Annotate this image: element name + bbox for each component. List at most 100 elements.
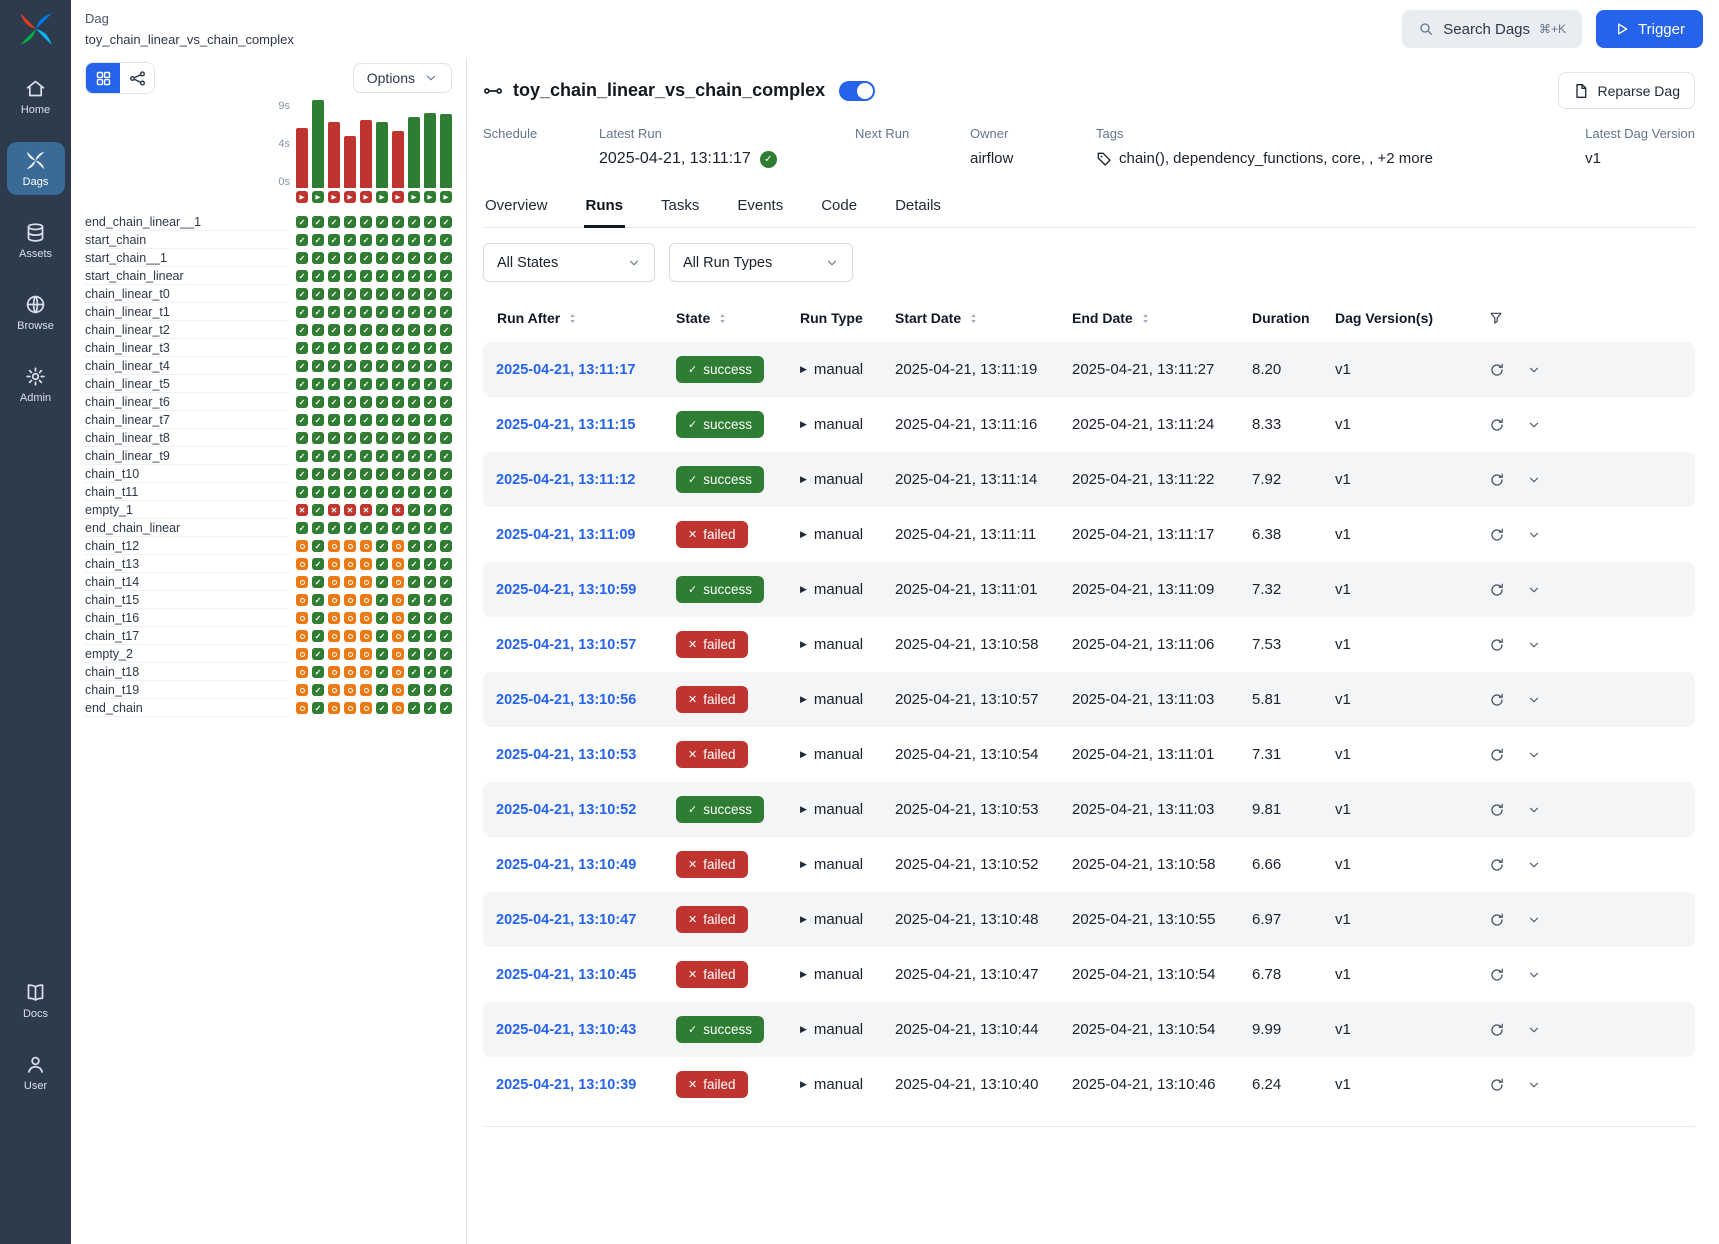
task-instance-success[interactable]: ✓	[344, 432, 356, 444]
task-instance-upstream_failed[interactable]	[360, 558, 372, 570]
tab-runs[interactable]: Runs	[584, 187, 626, 228]
task-name[interactable]: chain_linear_t2	[85, 321, 288, 339]
sidebar-item-browse[interactable]: Browse	[7, 286, 65, 339]
task-name[interactable]: chain_t12	[85, 537, 288, 555]
task-instance-success[interactable]: ✓	[312, 684, 324, 696]
task-instance-success[interactable]: ✓	[312, 540, 324, 552]
task-instance-success[interactable]: ✓	[376, 558, 388, 570]
task-instance-success[interactable]: ✓	[440, 360, 452, 372]
run-state-chip[interactable]: ▶	[424, 191, 436, 203]
task-instance-success[interactable]: ✓	[296, 414, 308, 426]
task-instance-success[interactable]: ✓	[424, 396, 436, 408]
task-instance-upstream_failed[interactable]	[344, 684, 356, 696]
run-duration-bar[interactable]	[392, 131, 404, 188]
task-instance-success[interactable]: ✓	[424, 540, 436, 552]
task-instance-success[interactable]: ✓	[408, 288, 420, 300]
search-dags-button[interactable]: Search Dags ⌘+K	[1402, 10, 1582, 48]
task-instance-success[interactable]: ✓	[344, 468, 356, 480]
row-menu-chevron-icon[interactable]	[1527, 583, 1541, 597]
task-instance-upstream_failed[interactable]	[296, 540, 308, 552]
task-instance-success[interactable]: ✓	[344, 414, 356, 426]
row-menu-chevron-icon[interactable]	[1527, 803, 1541, 817]
task-instance-success[interactable]: ✓	[328, 522, 340, 534]
task-name[interactable]: chain_linear_t0	[85, 285, 288, 303]
task-instance-success[interactable]: ✓	[440, 306, 452, 318]
run-after-link[interactable]: 2025-04-21, 13:10:49	[496, 857, 636, 873]
task-instance-success[interactable]: ✓	[440, 594, 452, 606]
task-instance-success[interactable]: ✓	[328, 450, 340, 462]
task-name[interactable]: end_chain_linear	[85, 519, 288, 537]
task-instance-success[interactable]: ✓	[440, 216, 452, 228]
task-name[interactable]: chain_linear_t9	[85, 447, 288, 465]
row-menu-chevron-icon[interactable]	[1527, 748, 1541, 762]
task-instance-success[interactable]: ✓	[392, 468, 404, 480]
task-instance-success[interactable]: ✓	[344, 486, 356, 498]
task-instance-upstream_failed[interactable]	[328, 684, 340, 696]
run-after-link[interactable]: 2025-04-21, 13:10:39	[496, 1077, 636, 1093]
run-after-link[interactable]: 2025-04-21, 13:11:09	[496, 527, 635, 543]
task-instance-success[interactable]: ✓	[440, 666, 452, 678]
sort-icon[interactable]	[967, 312, 980, 325]
task-instance-success[interactable]: ✓	[312, 270, 324, 282]
task-instance-success[interactable]: ✓	[312, 612, 324, 624]
run-after-link[interactable]: 2025-04-21, 13:11:12	[496, 472, 635, 488]
task-instance-upstream_failed[interactable]	[344, 612, 356, 624]
task-instance-upstream_failed[interactable]	[328, 648, 340, 660]
airflow-logo[interactable]	[19, 12, 53, 46]
reparse-dag-button[interactable]: Reparse Dag	[1558, 72, 1696, 109]
clear-run-icon[interactable]	[1489, 527, 1505, 543]
task-instance-success[interactable]: ✓	[408, 396, 420, 408]
task-instance-success[interactable]: ✓	[392, 324, 404, 336]
task-instance-success[interactable]: ✓	[424, 558, 436, 570]
clear-run-icon[interactable]	[1489, 747, 1505, 763]
task-instance-success[interactable]: ✓	[328, 342, 340, 354]
task-instance-success[interactable]: ✓	[296, 306, 308, 318]
run-state-chip[interactable]: ▶	[376, 191, 388, 203]
task-instance-success[interactable]: ✓	[408, 702, 420, 714]
run-state-chip[interactable]: ▶	[344, 191, 356, 203]
task-instance-success[interactable]: ✓	[440, 648, 452, 660]
task-instance-upstream_failed[interactable]	[296, 630, 308, 642]
task-instance-success[interactable]: ✓	[312, 234, 324, 246]
task-instance-upstream_failed[interactable]	[392, 612, 404, 624]
task-instance-success[interactable]: ✓	[360, 270, 372, 282]
task-instance-upstream_failed[interactable]	[392, 666, 404, 678]
task-name[interactable]: chain_t14	[85, 573, 288, 591]
task-name[interactable]: chain_linear_t3	[85, 339, 288, 357]
task-instance-success[interactable]: ✓	[328, 486, 340, 498]
task-instance-success[interactable]: ✓	[296, 378, 308, 390]
task-instance-success[interactable]: ✓	[424, 342, 436, 354]
task-instance-success[interactable]: ✓	[328, 324, 340, 336]
latest-run-value[interactable]: 2025-04-21, 13:11:17 ✓	[599, 150, 825, 168]
task-name[interactable]: empty_1	[85, 501, 288, 519]
task-instance-success[interactable]: ✓	[344, 306, 356, 318]
task-instance-upstream_failed[interactable]	[328, 702, 340, 714]
task-instance-success[interactable]: ✓	[360, 468, 372, 480]
task-instance-success[interactable]: ✓	[312, 504, 324, 516]
task-instance-success[interactable]: ✓	[408, 486, 420, 498]
row-menu-chevron-icon[interactable]	[1527, 693, 1541, 707]
task-instance-success[interactable]: ✓	[376, 306, 388, 318]
task-instance-success[interactable]: ✓	[392, 234, 404, 246]
sidebar-item-dags[interactable]: Dags	[7, 142, 65, 195]
task-instance-success[interactable]: ✓	[360, 486, 372, 498]
trigger-button[interactable]: Trigger	[1596, 10, 1703, 48]
row-menu-chevron-icon[interactable]	[1527, 913, 1541, 927]
task-name[interactable]: chain_t13	[85, 555, 288, 573]
task-instance-success[interactable]: ✓	[312, 576, 324, 588]
run-after-link[interactable]: 2025-04-21, 13:10:59	[496, 582, 636, 598]
task-instance-success[interactable]: ✓	[440, 252, 452, 264]
task-instance-success[interactable]: ✓	[296, 252, 308, 264]
task-instance-success[interactable]: ✓	[344, 252, 356, 264]
task-instance-success[interactable]: ✓	[344, 450, 356, 462]
task-instance-success[interactable]: ✓	[360, 414, 372, 426]
options-button[interactable]: Options	[353, 63, 452, 93]
task-instance-success[interactable]: ✓	[424, 270, 436, 282]
task-instance-success[interactable]: ✓	[424, 666, 436, 678]
sort-icon[interactable]	[716, 312, 729, 325]
task-instance-success[interactable]: ✓	[440, 288, 452, 300]
task-instance-success[interactable]: ✓	[296, 324, 308, 336]
clear-run-icon[interactable]	[1489, 582, 1505, 598]
task-instance-success[interactable]: ✓	[312, 630, 324, 642]
clear-run-icon[interactable]	[1489, 857, 1505, 873]
